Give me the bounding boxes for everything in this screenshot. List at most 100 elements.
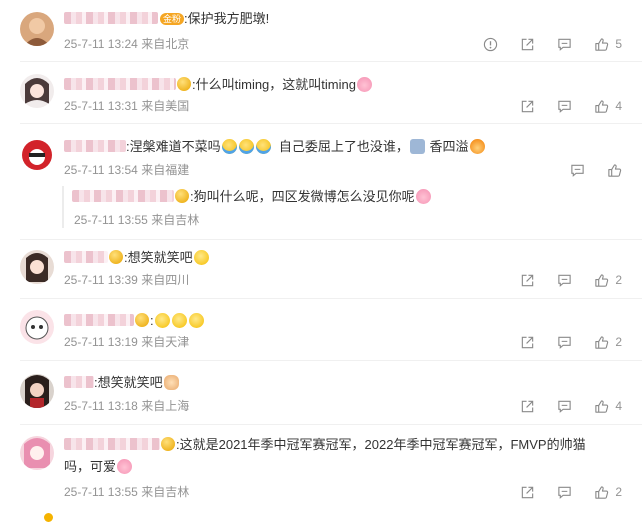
share-button[interactable] xyxy=(520,99,535,114)
wave-hand-emoji-icon xyxy=(163,375,179,390)
username[interactable] xyxy=(64,251,108,263)
reply-text: :狗叫什么呢，四区发微博怎么没见你呢 xyxy=(72,188,432,206)
comment-actions: 4 xyxy=(498,397,622,415)
like-button[interactable]: 5 xyxy=(594,37,622,52)
comment-meta: 25-7-11 13:39 来自四川 xyxy=(64,273,190,287)
like-count: 2 xyxy=(615,335,622,349)
comment-actions: 5 xyxy=(461,35,622,53)
avatar[interactable] xyxy=(20,12,54,46)
like-button[interactable]: 2 xyxy=(594,485,622,500)
comment-icon xyxy=(558,400,571,413)
like-count: 2 xyxy=(615,273,622,287)
comment-button[interactable] xyxy=(570,163,585,178)
crown-badge-icon xyxy=(109,250,123,264)
comment-meta: 25-7-11 13:24 来自北京 xyxy=(64,37,190,51)
crown-badge-icon xyxy=(177,77,191,91)
share-icon xyxy=(522,100,534,112)
comment-meta: 25-7-11 13:31 来自美国 xyxy=(64,99,190,113)
share-button[interactable] xyxy=(520,37,535,52)
comment-icon xyxy=(558,100,571,113)
cry-emoji-icon xyxy=(221,139,237,154)
username[interactable] xyxy=(72,190,174,202)
like-icon xyxy=(595,99,609,113)
avatar[interactable] xyxy=(20,138,54,172)
cry-emoji-icon xyxy=(255,139,271,154)
avatar[interactable] xyxy=(20,436,54,470)
crown-badge-icon xyxy=(175,189,189,203)
pig-emoji-icon xyxy=(117,459,133,474)
comment-meta: 25-7-11 13:19 来自天津 xyxy=(64,335,190,349)
crown-badge-icon xyxy=(161,437,175,451)
like-button[interactable] xyxy=(607,163,622,178)
comment-text: 金粉:保护我方肥墩! xyxy=(64,10,269,28)
report-button[interactable] xyxy=(483,37,498,52)
like-button[interactable]: 4 xyxy=(594,399,622,414)
comment-actions: 2 xyxy=(498,483,622,501)
like-button[interactable]: 2 xyxy=(594,335,622,350)
comment-button[interactable] xyxy=(557,273,572,288)
comment-text: :想笑就笑吧 xyxy=(64,374,180,392)
divider xyxy=(20,360,642,361)
username[interactable] xyxy=(64,314,134,326)
cry-emoji-icon xyxy=(238,139,254,154)
like-button[interactable]: 4 xyxy=(594,99,622,114)
divider xyxy=(20,61,642,62)
pig-emoji-icon xyxy=(356,77,372,92)
divider xyxy=(20,123,642,124)
username[interactable] xyxy=(64,140,126,152)
avatar[interactable] xyxy=(20,374,54,408)
comment-text: : xyxy=(64,312,205,330)
share-icon xyxy=(522,38,534,50)
like-icon xyxy=(608,163,622,177)
like-count: 4 xyxy=(615,99,622,113)
avatar[interactable] xyxy=(20,310,54,344)
comment-text-continued: 吗，可爱 xyxy=(64,458,133,476)
like-icon xyxy=(595,335,609,349)
crown-badge-icon xyxy=(135,313,149,327)
report-icon xyxy=(484,37,498,51)
share-button[interactable] xyxy=(520,485,535,500)
laugh-emoji-icon xyxy=(154,313,170,328)
like-count: 2 xyxy=(615,485,622,499)
avatar[interactable] xyxy=(20,250,54,284)
like-button[interactable]: 2 xyxy=(594,273,622,288)
avatar[interactable] xyxy=(20,74,54,108)
like-icon xyxy=(595,273,609,287)
comment-meta: 25-7-11 13:55 来自吉林 xyxy=(64,485,190,499)
share-button[interactable] xyxy=(520,399,535,414)
like-count: 4 xyxy=(615,399,622,413)
laugh-emoji-icon xyxy=(193,250,209,265)
username[interactable] xyxy=(64,78,176,90)
comment-text: :这就是2021年季中冠军赛冠军，2022年季中冠军赛冠军，FMVP的帅猫 xyxy=(64,436,586,454)
comment-text: :什么叫timing，这就叫timing xyxy=(64,76,373,94)
comment-text: :涅槃难道不菜吗 自己委屈上了也没谁， 香四溢 xyxy=(64,138,486,156)
comment-actions: 2 xyxy=(498,271,622,289)
divider xyxy=(20,424,642,425)
like-icon xyxy=(595,399,609,413)
share-button[interactable] xyxy=(520,273,535,288)
laugh-emoji-icon xyxy=(171,313,187,328)
comment-button[interactable] xyxy=(557,335,572,350)
fan-badge: 金粉 xyxy=(160,13,185,25)
comment-button[interactable] xyxy=(557,485,572,500)
comment-icon xyxy=(558,274,571,287)
comment-button[interactable] xyxy=(557,37,572,52)
username[interactable] xyxy=(64,438,160,450)
username[interactable] xyxy=(64,376,94,388)
comment-button[interactable] xyxy=(557,99,572,114)
laugh-emoji-icon xyxy=(188,313,204,328)
like-count: 5 xyxy=(615,37,622,51)
comment-icon xyxy=(558,38,571,51)
comment-actions xyxy=(548,161,622,179)
comment-meta: 25-7-11 13:54 来自福建 xyxy=(64,163,190,177)
comment-button[interactable] xyxy=(557,399,572,414)
snow-emoji-icon xyxy=(409,139,425,154)
comment-meta: 25-7-11 13:18 来自上海 xyxy=(64,399,190,413)
divider xyxy=(20,239,642,240)
reply-item: :狗叫什么呢，四区发微博怎么没见你呢 25-7-11 13:55 来自吉林 xyxy=(62,186,624,228)
share-icon xyxy=(522,486,534,498)
share-icon xyxy=(522,400,534,412)
comment-actions: 4 xyxy=(498,97,622,115)
share-button[interactable] xyxy=(520,335,535,350)
username[interactable] xyxy=(64,12,158,24)
